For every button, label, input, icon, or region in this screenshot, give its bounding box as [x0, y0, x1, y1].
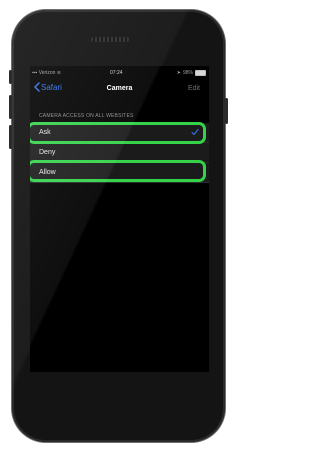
carrier-label: Verizon: [38, 70, 56, 76]
battery-percent: 98%: [182, 70, 193, 76]
section-header: CAMERA ACCESS ON ALL WEBSITES: [39, 113, 134, 119]
option-label: Deny: [39, 149, 56, 156]
location-icon: ➤: [176, 70, 181, 76]
navigation-bar: Safari Camera Edit: [30, 79, 209, 98]
wifi-icon: ≋: [56, 70, 61, 76]
carrier-signal: ▪▪▪ Verizon ≋: [32, 70, 61, 76]
highlight-allow: [30, 160, 206, 182]
page-title: Camera: [106, 85, 133, 92]
status-time: 07:24: [110, 70, 123, 76]
battery-icon: [195, 70, 206, 76]
mute-switch: [9, 70, 12, 84]
volume-down-button: [9, 125, 12, 149]
power-button: [225, 98, 228, 124]
volume-up-button: [9, 95, 12, 119]
status-bar: ▪▪▪ Verizon ≋ 07:24 ➤ 98%: [30, 66, 209, 79]
speaker-grille: [91, 37, 129, 42]
highlight-ask: [30, 122, 206, 144]
status-right: ➤ 98%: [177, 70, 206, 76]
signal-icon: ▪▪▪: [32, 70, 38, 76]
screen: ▪▪▪ Verizon ≋ 07:24 ➤ 98% Safari Camera …: [30, 66, 209, 372]
edit-button[interactable]: Edit: [188, 85, 200, 92]
